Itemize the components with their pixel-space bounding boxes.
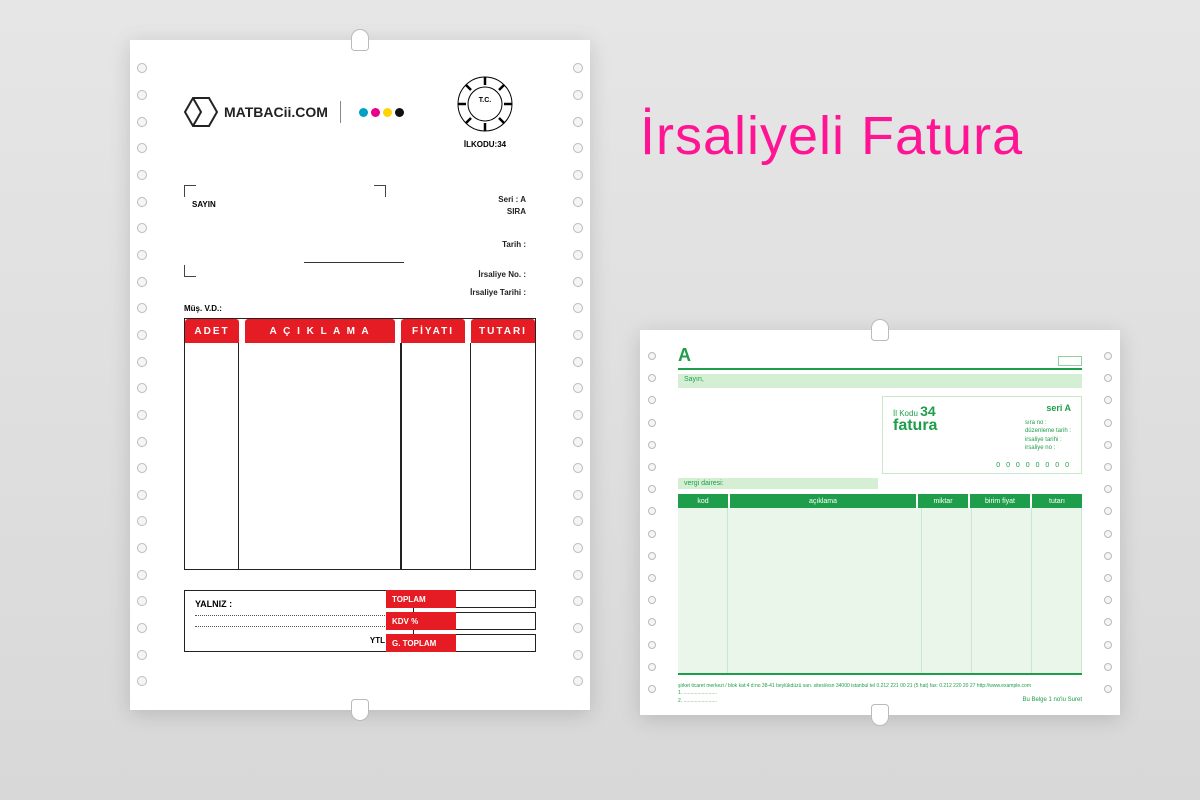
- s2-table-body: [678, 508, 1082, 675]
- total-gtoplam: G. TOPLAM: [386, 634, 456, 652]
- sayin-label: SAYIN: [192, 200, 216, 209]
- s2-col-kod: kod: [678, 494, 728, 508]
- crop-corner: [184, 265, 196, 277]
- s2-letter: A: [678, 345, 691, 366]
- tear-tab-top: [351, 29, 369, 51]
- tarih-label: Tarih :: [502, 240, 526, 249]
- crop-corner: [374, 185, 386, 197]
- divider: [340, 101, 341, 123]
- mus-vd-label: Müş. V.D.:: [184, 304, 222, 313]
- invoice-footer: YALNIZ : YTL 'dir. TOPLAM KDV % G. TOPLA…: [184, 580, 536, 670]
- s2-serial-digits: 0 0 0 0 0 0 0 0: [996, 462, 1071, 469]
- s2-col-birim: birim fiyat: [970, 494, 1030, 508]
- sprocket-holes-left: [640, 330, 664, 715]
- totals-block: TOPLAM KDV % G. TOPLAM: [386, 590, 536, 656]
- s2-col-miktar: miktar: [918, 494, 968, 508]
- hexagon-icon: [184, 95, 218, 129]
- s2-meta: sıra no : düzenleme tarih : irsaliye tar…: [1025, 419, 1071, 453]
- ministry-stamp: T.C. İLKODU:34: [454, 75, 516, 149]
- s2-footer-notes: 1. ........................ 2. .........…: [678, 690, 1082, 705]
- s2-topright-box: [1058, 356, 1082, 366]
- table-body: [185, 343, 535, 569]
- s2-footer-addr: şirket ticaret merkezi / blok kat:4 d:no…: [678, 683, 1082, 691]
- crop-corner: [184, 185, 196, 197]
- s2-table-header: kod açıklama miktar birim fiyat tutarı: [678, 494, 1082, 508]
- svg-text:T.C.: T.C.: [479, 97, 492, 104]
- seri-label: Seri : A: [498, 195, 526, 204]
- tear-tab-bottom: [871, 704, 889, 726]
- col-fiyati: FİYATI: [401, 319, 465, 343]
- s2-sayin: Sayın,: [678, 374, 1082, 388]
- s2-col-aciklama: açıklama: [730, 494, 916, 508]
- stamp-icon: T.C.: [456, 75, 514, 133]
- table-header: ADET A Ç I K L A M A FİYATI TUTARI: [185, 319, 535, 343]
- sprocket-holes-left: [130, 40, 154, 710]
- line-items-table: ADET A Ç I K L A M A FİYATI TUTARI: [184, 318, 536, 570]
- brand-logo: MATBACii.COM: [184, 95, 404, 129]
- s2-footer: şirket ticaret merkezi / blok kat:4 d:no…: [678, 683, 1082, 706]
- irsaliye-no-label: İrsaliye No. :: [478, 270, 526, 279]
- irsaliye-tarih-label: İrsaliye Tarihi :: [470, 288, 526, 297]
- col-tutari: TUTARI: [471, 319, 535, 343]
- yalniz-label: YALNIZ :: [195, 599, 232, 609]
- total-kdv: KDV %: [386, 612, 456, 630]
- yalniz-box: YALNIZ : YTL 'dir.: [184, 590, 414, 652]
- sira-label: SIRA: [507, 207, 526, 216]
- s2-topbar: A: [678, 348, 1082, 370]
- col-aciklama: A Ç I K L A M A: [245, 319, 395, 343]
- total-toplam: TOPLAM: [386, 590, 456, 608]
- sprocket-holes-right: [1096, 330, 1120, 715]
- brand-text: MATBACii.COM: [224, 104, 328, 120]
- s2-col-tutari: tutarı: [1032, 494, 1082, 508]
- underline: [304, 262, 404, 263]
- col-adet: ADET: [185, 319, 239, 343]
- tear-tab-bottom: [351, 699, 369, 721]
- s2-seri: seri A: [1046, 403, 1071, 413]
- sprocket-holes-right: [566, 40, 590, 710]
- cmyk-dots-icon: [359, 108, 404, 117]
- invoice-sample-red: MATBACii.COM T.C. İLKODU:34: [130, 40, 590, 710]
- s2-table: kod açıklama miktar birim fiyat tutarı: [678, 494, 1082, 675]
- invoice-sample-green: A Sayın, İl Kodu 34 fatura seri A sıra n…: [640, 330, 1120, 715]
- page-title: İrsaliyeli Fatura: [640, 105, 1023, 167]
- s2-fatura-title: fatura: [893, 417, 937, 435]
- s2-footer-right: Bu Belge 1 no'lu Suret: [1022, 696, 1082, 705]
- stamp-label: İLKODU:34: [454, 140, 516, 149]
- tear-tab-top: [871, 319, 889, 341]
- s2-vergi: vergi dairesi:: [678, 478, 878, 489]
- s2-info-box: İl Kodu 34 fatura seri A sıra no : düzen…: [882, 396, 1082, 474]
